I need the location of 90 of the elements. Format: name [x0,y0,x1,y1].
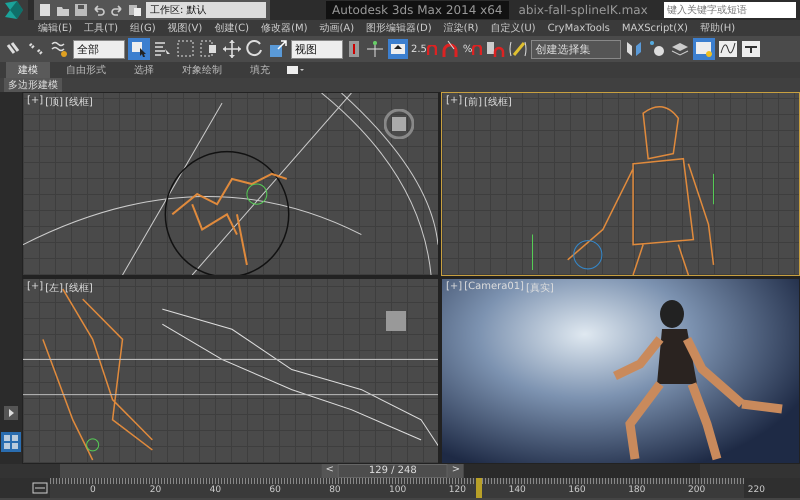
menu-item[interactable]: 渲染(R) [444,21,478,35]
schematic-view-icon[interactable] [741,39,762,59]
edit-selection-set-icon[interactable] [508,39,528,59]
frame-label: 220 [748,485,765,495]
viewport-label-menu[interactable]: [左] [45,281,63,295]
magnet-icon [472,44,482,54]
menu-item[interactable]: 创建(C) [214,21,250,35]
rotate-icon[interactable] [245,39,265,59]
ribbon-tab[interactable]: 建模 [6,62,50,78]
percent-snap-button[interactable]: % [462,44,482,54]
save-icon[interactable] [74,3,88,17]
redo-icon[interactable] [110,3,124,17]
pivot-icon[interactable] [346,39,362,59]
viewport-label-menu[interactable]: [+] [27,95,44,109]
time-slider-handle[interactable]: 129 / 248 [338,464,448,478]
menu-item[interactable]: 组(G) [130,21,156,35]
menu-item[interactable]: 修改器(M) [261,21,308,35]
file-name: abix-fall-splineIK.max [518,3,648,17]
panel-label[interactable]: 多边形建模 [4,78,62,92]
viewport-label-menu[interactable]: [+] [446,95,462,109]
frame-label: 160 [568,485,586,495]
viewport[interactable]: [+] [Camera01] [真实] [441,278,800,464]
frame-label: 80 [329,485,341,495]
frame-label: 40 [210,485,222,495]
frame-label: 60 [269,485,281,495]
viewport-label-menu[interactable]: [线框] [65,95,93,109]
named-selection-dropdown[interactable]: 创建选择集 [531,40,622,58]
ribbon-options-icon[interactable] [286,64,306,76]
menu-item[interactable]: 动画(A) [320,21,354,35]
logo-icon [3,0,25,20]
frame-label: 20 [150,485,162,495]
move-icon[interactable] [222,39,242,59]
ribbon-tab[interactable]: 自由形式 [54,62,118,78]
curve-editor-toggle-icon[interactable] [30,480,50,496]
app-logo-button[interactable] [0,0,28,20]
viewport-label-menu[interactable]: [顶] [45,95,63,109]
undo-icon[interactable] [92,3,106,17]
viewport[interactable]: [+] [前] [线框] [441,92,800,276]
axis-constraint-icon[interactable] [365,39,385,59]
viewcube-icon[interactable] [384,309,408,333]
bind-icon[interactable] [50,39,70,59]
viewcube-icon[interactable] [384,109,414,139]
menu-item[interactable]: 自定义(U) [490,21,536,35]
scale-icon[interactable] [268,39,288,59]
scene-explorer-icon[interactable] [693,38,716,60]
magnet-icon [426,44,437,54]
select-object-icon[interactable] [128,38,150,60]
grid-icon[interactable] [1,432,21,452]
viewport-label-menu[interactable]: [前] [464,95,482,109]
window-title: Autodesk 3ds Max 2014 x64 [326,1,509,19]
frame-label: 0 [90,485,96,495]
selection-filter-dropdown[interactable]: 全部 [73,40,125,58]
curve-editor-icon[interactable] [718,39,738,59]
angle-snap-button[interactable]: 2.5 [411,44,437,54]
menu-item[interactable]: CryMaxTools [548,22,610,34]
current-frame-marker [476,478,482,498]
rectangle-selection-icon[interactable] [176,39,196,59]
viewport-label-menu[interactable]: [线框] [484,95,512,109]
ribbon-tab[interactable]: 对象绘制 [170,62,234,78]
menu-item[interactable]: 帮助(H) [700,21,736,35]
viewport-label-menu[interactable]: [+] [27,281,44,295]
menu-item[interactable]: 编辑(E) [38,21,72,35]
angle-magnet-icon[interactable] [440,39,460,59]
ribbon-tab[interactable]: 选择 [122,62,166,78]
viewport-label-menu[interactable]: [+] [446,281,462,295]
previous-frame-button[interactable]: < [321,464,338,478]
menu-item[interactable]: MAXScript(X) [622,22,688,34]
frame-label: 180 [628,485,646,495]
menu-item[interactable]: 视图(V) [168,21,202,35]
frame-label: 100 [389,485,406,495]
spinner-snap-icon[interactable] [485,39,506,59]
time-slider-track[interactable]: < 129 / 248 > [60,464,700,478]
viewport[interactable]: [+] [顶] [线框] [22,92,439,276]
menu-item[interactable]: 工具(T) [84,21,118,35]
window-crossing-icon[interactable] [199,39,219,59]
project-folder-icon[interactable] [128,3,142,17]
frame-label: 140 [508,485,526,495]
reference-coordinate-dropdown[interactable]: 视图 [291,40,343,58]
play-icon[interactable] [4,406,18,420]
frame-label: 200 [688,485,706,495]
new-file-icon[interactable] [38,3,52,17]
workspace-dropdown[interactable]: 工作区: 默认 [146,2,266,18]
search-field[interactable]: 键入关键字或短语 [664,2,796,18]
viewport-label-menu[interactable]: [线框] [65,281,93,295]
next-frame-button[interactable]: > [448,464,464,478]
manipulate-icon[interactable] [388,39,408,59]
ribbon-tab[interactable]: 填充 [238,62,282,78]
menu-item[interactable]: 图形编辑器(D) [366,21,432,35]
frame-label: 120 [448,485,466,495]
viewport[interactable]: [+] [左] [线框] [22,278,439,464]
